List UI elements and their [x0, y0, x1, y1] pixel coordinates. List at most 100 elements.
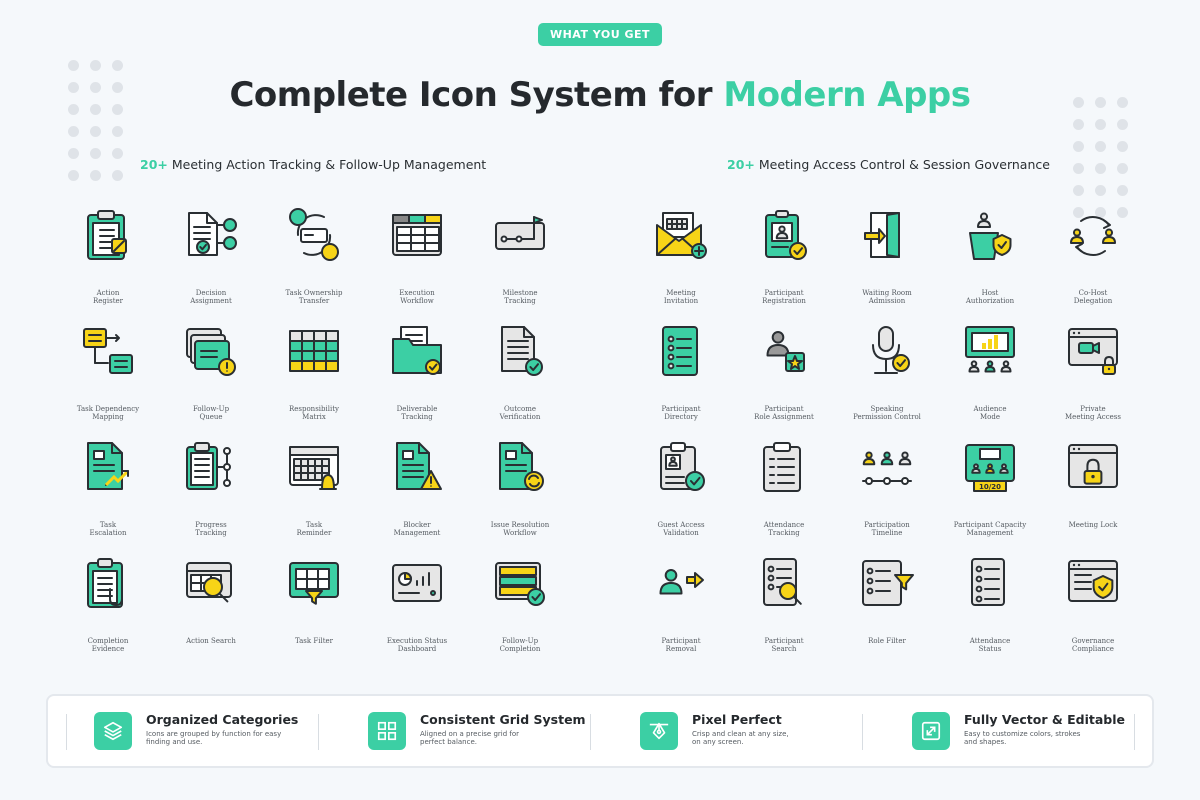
icon-label: Issue Resolution Workflow [490, 521, 550, 538]
icon-label: Action Search [186, 637, 236, 645]
right-icon-cell: Attendance Status [940, 553, 1040, 663]
right-section-title: Meeting Access Control & Session Governa… [758, 157, 1050, 172]
user-remove-arrow-icon [631, 553, 731, 613]
dashboard-chart-icon [367, 553, 467, 613]
right-icon-cell: Meeting Invitation [631, 205, 731, 315]
divider [1134, 714, 1135, 750]
icon-label: Task Ownership Transfer [285, 289, 343, 306]
document-refresh-icon [470, 437, 570, 497]
left-icon-cell: Task Ownership Transfer [264, 205, 364, 315]
clipboard-user-check-icon [631, 437, 731, 497]
icon-label: Co-Host Delegation [1073, 289, 1113, 306]
kanban-board-icon [367, 205, 467, 265]
resize-icon [912, 712, 950, 750]
divider [862, 714, 863, 750]
document-warning-icon [367, 437, 467, 497]
left-icon-cell: Issue Resolution Workflow [470, 437, 570, 547]
feature-organized-categories: Organized Categories Icons are grouped b… [94, 712, 298, 752]
document-list-icon [631, 321, 731, 381]
icon-label: Execution Status Dashboard [386, 637, 448, 654]
icon-label: Execution Workflow [399, 289, 435, 306]
right-icon-cell: Governance Compliance [1043, 553, 1143, 663]
left-icon-cell: Completion Evidence [58, 553, 158, 663]
icon-label: Waiting Room Admission [862, 289, 912, 306]
right-icon-cell: Participant Directory [631, 321, 731, 431]
icon-label: Role Filter [868, 637, 906, 645]
document-trend-icon [58, 437, 158, 497]
left-icon-cell: Milestone Tracking [470, 205, 570, 315]
envelope-calendar-icon [631, 205, 731, 265]
icon-label: Deliverable Tracking [396, 405, 438, 422]
left-icon-cell: Blocker Management [367, 437, 467, 547]
flow-chart-icon [58, 321, 158, 381]
icon-label: Meeting Invitation [663, 289, 699, 306]
icon-label: Participant Registration [762, 289, 806, 306]
icon-label: Attendance Status [969, 637, 1011, 654]
clipboard-pencil-icon [58, 205, 158, 265]
left-icon-cell: Execution Status Dashboard [367, 553, 467, 663]
grid-filter-icon [264, 553, 364, 613]
left-icon-cell: Responsibility Matrix [264, 321, 364, 431]
microphone-check-icon [837, 321, 937, 381]
door-arrow-icon [837, 205, 937, 265]
icon-label: Host Authorization [965, 289, 1015, 306]
feature-desc: Crisp and clean at any size, on any scre… [692, 730, 789, 747]
left-section-heading: 20+ Meeting Action Tracking & Follow-Up … [140, 157, 486, 172]
feature-bar: Organized Categories Icons are grouped b… [46, 694, 1154, 768]
what-you-get-badge: WHAT YOU GET [538, 23, 662, 46]
users-timeline-icon [837, 437, 937, 497]
icon-label: Outcome Verification [499, 405, 541, 422]
document-users-icon [161, 205, 261, 265]
calendar-bell-icon [264, 437, 364, 497]
right-icon-cell: Waiting Room Admission [837, 205, 937, 315]
grid-icon [368, 712, 406, 750]
right-icon-cell: 10/20 Participant Capacity Management [940, 437, 1040, 547]
users-cycle-icon [1043, 205, 1143, 265]
icon-label: Participant Role Assignment [754, 405, 814, 422]
right-icon-cell: Attendance Tracking [734, 437, 834, 547]
feature-title: Consistent Grid System [420, 712, 586, 727]
left-icon-cell: Follow-Up Queue [161, 321, 261, 431]
left-icon-cell: Task Reminder [264, 437, 364, 547]
right-icon-cell: Participant Registration [734, 205, 834, 315]
user-transfer-icon [264, 205, 364, 265]
icon-label: Participation Timeline [864, 521, 910, 538]
list-filter-icon [837, 553, 937, 613]
right-icon-cell: Participation Timeline [837, 437, 937, 547]
right-icon-cell: Private Meeting Access [1043, 321, 1143, 431]
right-icon-cell: Speaking Permission Control [837, 321, 937, 431]
icon-label: Task Escalation [89, 521, 127, 538]
icon-label: Private Meeting Access [1065, 405, 1121, 422]
left-icon-cell: Task Escalation [58, 437, 158, 547]
right-icon-cell: Co-Host Delegation [1043, 205, 1143, 315]
feature-desc: Aligned on a precise grid for perfect ba… [420, 730, 519, 747]
left-icon-cell: Task Dependency Mapping [58, 321, 158, 431]
document-status-icon [940, 553, 1040, 613]
document-check-icon [470, 321, 570, 381]
folder-check-icon [367, 321, 467, 381]
feature-fully-vector: Fully Vector & Editable Easy to customiz… [912, 712, 1125, 752]
feature-title: Organized Categories [146, 712, 299, 727]
icon-label: Task Reminder [296, 521, 332, 538]
list-check-icon [470, 553, 570, 613]
presentation-audience-icon [940, 321, 1040, 381]
icon-label: Participant Capacity Management [953, 521, 1027, 538]
right-icon-cell: Role Filter [837, 553, 937, 663]
icon-label: Responsibility Matrix [288, 405, 339, 422]
icon-label: Speaking Permission Control [853, 405, 921, 422]
right-icon-cell: Audience Mode [940, 321, 1040, 431]
feature-desc: Easy to customize colors, strokes and sh… [964, 730, 1081, 747]
browser-shield-icon [1043, 553, 1143, 613]
right-section-count: 20+ [727, 157, 755, 172]
svg-text:10/20: 10/20 [979, 483, 1001, 491]
left-icon-cell: Execution Workflow [367, 205, 467, 315]
left-icon-cell: Follow-Up Completion [470, 553, 570, 663]
right-icon-cell: Host Authorization [940, 205, 1040, 315]
browser-camera-lock-icon [1043, 321, 1143, 381]
left-section-count: 20+ [140, 157, 168, 172]
id-badge-check-icon [734, 205, 834, 265]
feature-desc: Icons are grouped by function for easy f… [146, 730, 282, 747]
icon-label: Participant Search [764, 637, 804, 654]
layers-icon [94, 712, 132, 750]
left-icon-cell: Action Register [58, 205, 158, 315]
